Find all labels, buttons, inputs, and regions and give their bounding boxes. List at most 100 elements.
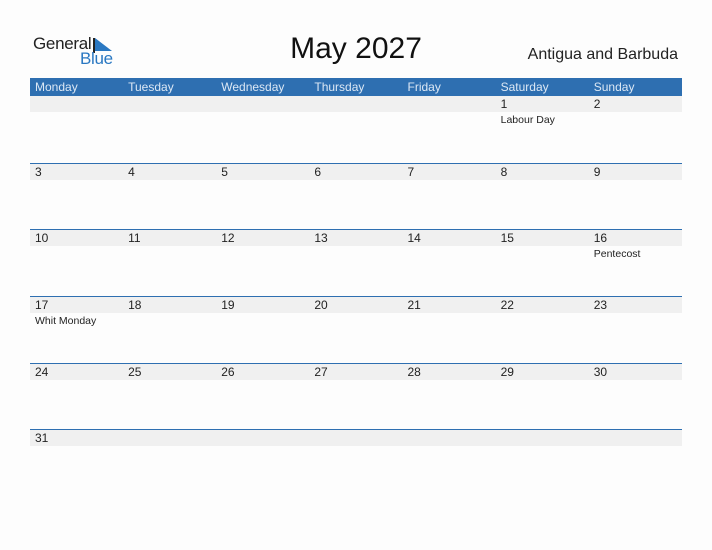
day-cell [216, 430, 309, 446]
day-cell: 21 [403, 297, 496, 328]
week-cells: 1 Labour Day 2 [30, 96, 682, 127]
day-cell: 12 [216, 230, 309, 261]
weekday-saturday: Saturday [500, 80, 549, 94]
day-number: 12 [221, 231, 235, 246]
day-number: 28 [407, 364, 421, 379]
day-number: 31 [35, 431, 49, 446]
day-cell: 16 Pentecost [589, 230, 682, 261]
day-cell: 29 [496, 364, 589, 380]
day-number: 17 [35, 298, 49, 313]
day-cell: 31 [30, 430, 123, 446]
day-number: 18 [128, 298, 142, 313]
day-cell [30, 96, 123, 127]
day-number: 22 [500, 298, 514, 313]
week-cells: 3 4 5 6 7 8 9 [30, 164, 682, 180]
day-number [594, 430, 682, 446]
day-cell: 20 [309, 297, 402, 328]
day-cell [123, 430, 216, 446]
day-cell: 24 [30, 364, 123, 380]
day-number: 5 [221, 164, 228, 179]
day-cell [403, 430, 496, 446]
day-cell: 26 [216, 364, 309, 380]
day-cell [216, 96, 309, 127]
day-number: 19 [221, 298, 235, 313]
calendar-grid: Monday Tuesday Wednesday Thursday Friday… [30, 78, 682, 449]
day-cell: 7 [403, 164, 496, 180]
day-cell: 15 [496, 230, 589, 261]
day-cell: 14 [403, 230, 496, 261]
day-cell: 4 [123, 164, 216, 180]
day-cell [309, 430, 402, 446]
day-number [221, 430, 309, 446]
week-row: 31 [30, 429, 682, 449]
day-number: 3 [35, 164, 42, 179]
week-row: 17 Whit Monday 18 19 20 21 22 23 [30, 296, 682, 363]
day-number: 10 [35, 231, 49, 246]
weekday-monday: Monday [35, 80, 78, 94]
day-cell: 3 [30, 164, 123, 180]
day-number [128, 430, 216, 446]
day-number [128, 96, 216, 112]
day-number: 8 [500, 164, 508, 179]
day-number: 14 [407, 231, 421, 246]
day-cell: 22 [496, 297, 589, 328]
day-number: 4 [128, 164, 135, 179]
day-number: 1 [500, 97, 508, 111]
day-number: 7 [407, 164, 415, 179]
day-cell [496, 430, 589, 446]
day-number [221, 96, 309, 112]
week-row: 24 25 26 27 28 29 30 [30, 362, 682, 430]
day-number [314, 96, 402, 112]
holiday-label: Pentecost [593, 248, 641, 261]
weekday-thursday: Thursday [314, 80, 365, 94]
day-cell [309, 96, 402, 127]
day-number [35, 96, 123, 112]
weekday-wednesday: Wednesday [221, 80, 285, 94]
day-cell: 30 [589, 364, 682, 380]
day-cell: 18 [123, 297, 216, 328]
day-number: 26 [221, 364, 235, 379]
day-cell [589, 430, 682, 446]
day-cell [403, 96, 496, 127]
week-row: 10 11 12 13 14 15 16 Pentecost [30, 229, 682, 296]
day-number: 2 [593, 97, 601, 111]
holiday-label: Labour Day [500, 114, 555, 126]
weeks-container: 1 Labour Day 2 3 4 5 6 7 8 9 10 11 12 13 14 15 16 Penteco… [30, 96, 682, 449]
day-number: 29 [500, 364, 514, 379]
day-number [501, 430, 589, 446]
day-number: 25 [128, 364, 142, 379]
day-cell: 9 [589, 164, 682, 180]
day-cell: 27 [309, 364, 402, 380]
week-cells: 17 Whit Monday 18 19 20 21 22 23 [30, 297, 682, 328]
day-cell: 5 [216, 164, 309, 180]
holiday-label: Whit Monday [35, 315, 97, 328]
day-number: 27 [314, 364, 328, 379]
day-number: 21 [407, 298, 421, 313]
day-cell: 6 [309, 164, 402, 180]
day-cell: 13 [309, 230, 402, 261]
day-cell [123, 96, 216, 127]
week-cells: 10 11 12 13 14 15 16 Pentecost [30, 230, 682, 261]
weekday-sunday: Sunday [593, 80, 635, 94]
day-number: 24 [35, 364, 49, 379]
day-number: 30 [593, 364, 608, 379]
weekday-header: Monday Tuesday Wednesday Thursday Friday… [30, 78, 682, 96]
day-number: 20 [314, 298, 328, 313]
day-cell: 11 [123, 230, 216, 261]
day-cell: 8 [496, 164, 589, 180]
day-number: 9 [593, 164, 601, 179]
day-cell: 2 [589, 96, 682, 127]
day-number: 6 [314, 164, 322, 179]
day-number [314, 430, 402, 446]
day-number [408, 430, 496, 446]
day-cell: 1 Labour Day [496, 96, 589, 127]
country-name: Antigua and Barbuda [527, 46, 678, 63]
day-cell: 28 [403, 364, 496, 380]
day-number: 11 [128, 231, 141, 246]
week-row: 3 4 5 6 7 8 9 [30, 162, 682, 230]
week-cells: 24 25 26 27 28 29 30 [30, 364, 682, 380]
week-row: 1 Labour Day 2 [30, 96, 682, 163]
day-cell: 10 [30, 230, 123, 261]
day-cell: 17 Whit Monday [30, 297, 123, 328]
day-cell: 19 [216, 297, 309, 328]
